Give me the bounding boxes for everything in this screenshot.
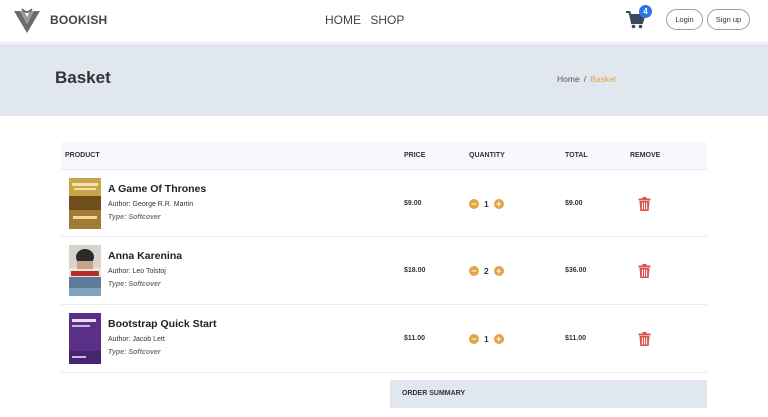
trash-icon[interactable]	[638, 332, 651, 346]
page-header: Basket Home / Basket	[0, 44, 768, 116]
plus-circle-icon[interactable]: +	[493, 334, 504, 344]
item-total: $11.00	[565, 335, 587, 342]
book-cover-image[interactable]	[69, 178, 101, 229]
item-total: $9.00	[565, 200, 583, 207]
nav-link-shop[interactable]: SHOP	[370, 13, 404, 27]
order-summary-panel: ORDER SUMMARY	[390, 380, 707, 408]
column-price: PRICE	[404, 152, 426, 159]
book-author: Author: George R.R. Martin	[108, 201, 194, 208]
item-total: $36.00	[565, 267, 587, 274]
item-price: $9.00	[404, 200, 422, 207]
quantity-stepper: − 1 +	[469, 198, 504, 210]
login-button[interactable]: Login	[666, 9, 703, 30]
book-type: Type: Softcover	[108, 349, 161, 356]
book-cover-image[interactable]	[69, 313, 101, 364]
book-cover-image[interactable]	[69, 245, 101, 296]
navbar: BOOKISH HOME SHOP 4 Login Sign up	[0, 0, 768, 43]
order-summary-title: ORDER SUMMARY	[402, 390, 466, 397]
column-product: PRODUCT	[65, 152, 100, 159]
book-author: Author: Leo Tolstoj	[108, 268, 166, 275]
nav-link-home[interactable]: HOME	[325, 13, 361, 27]
plus-circle-icon[interactable]: +	[493, 266, 504, 276]
quantity-stepper: − 1 +	[469, 333, 504, 345]
item-price: $18.00	[404, 267, 426, 274]
book-type: Type: Softcover	[108, 214, 161, 221]
breadcrumb-separator: /	[583, 74, 587, 84]
breadcrumb: Home / Basket	[557, 74, 616, 84]
cart-count-badge: 4	[639, 5, 652, 18]
page-title: Basket	[55, 68, 111, 87]
book-title[interactable]: Bootstrap Quick Start	[108, 318, 217, 330]
brand-name[interactable]: BOOKISH	[50, 13, 107, 27]
signup-button[interactable]: Sign up	[707, 9, 750, 30]
breadcrumb-current: Basket	[590, 74, 617, 84]
basket-row: A Game Of Thrones Author: George R.R. Ma…	[61, 169, 707, 237]
basket-row: Bootstrap Quick Start Author: Jacob Lett…	[61, 305, 707, 373]
quantity-stepper: − 2 +	[469, 265, 504, 277]
book-author: Author: Jacob Lett	[108, 336, 165, 343]
main-nav: HOME SHOP	[325, 13, 410, 27]
minus-circle-icon[interactable]: −	[469, 266, 479, 276]
minus-circle-icon[interactable]: −	[469, 334, 479, 344]
minus-circle-icon[interactable]: −	[469, 199, 479, 209]
trash-icon[interactable]	[638, 264, 651, 278]
quantity-value: 1	[484, 199, 489, 209]
basket-row: Anna Karenina Author: Leo Tolstoj Type: …	[61, 237, 707, 305]
column-quantity: QUANTITY	[469, 152, 505, 159]
column-total: TOTAL	[565, 152, 588, 159]
column-remove: REMOVE	[630, 152, 661, 159]
item-price: $11.00	[404, 335, 426, 342]
book-type: Type: Softcover	[108, 281, 161, 288]
breadcrumb-home[interactable]: Home	[557, 74, 580, 84]
basket-table-header: PRODUCT PRICE QUANTITY TOTAL REMOVE	[61, 142, 707, 169]
bookish-logo-icon[interactable]	[12, 6, 42, 36]
book-title[interactable]: A Game Of Thrones	[108, 183, 206, 195]
plus-circle-icon[interactable]: +	[493, 199, 504, 209]
quantity-value: 1	[484, 334, 489, 344]
book-title[interactable]: Anna Karenina	[108, 250, 182, 262]
trash-icon[interactable]	[638, 197, 651, 211]
quantity-value: 2	[484, 266, 489, 276]
